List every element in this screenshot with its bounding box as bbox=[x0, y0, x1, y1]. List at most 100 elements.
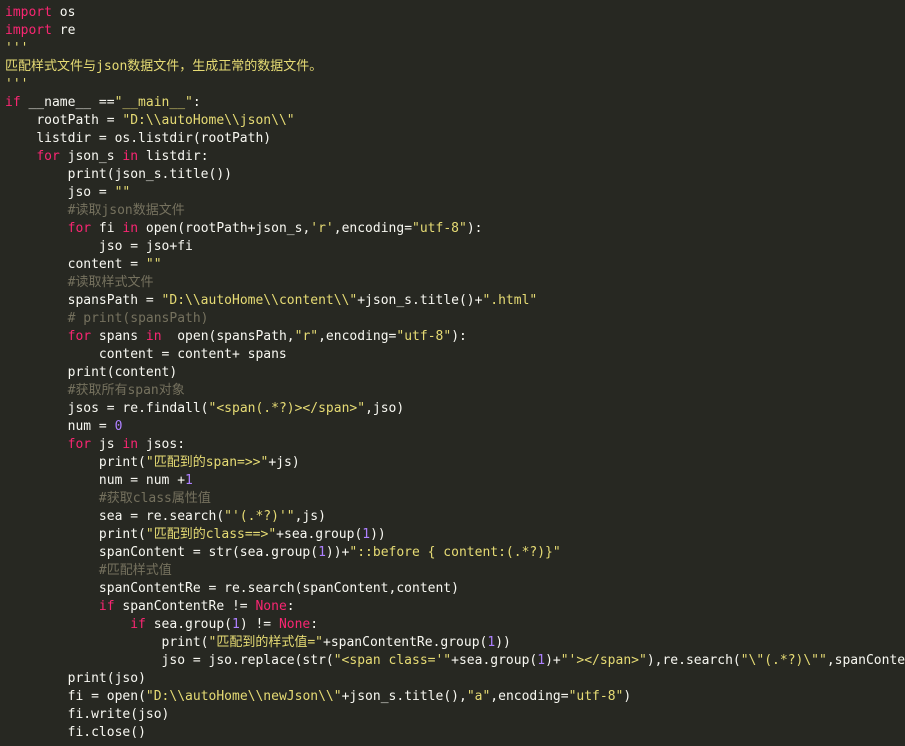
code-token-keyword: in bbox=[122, 437, 139, 452]
code-line[interactable]: fi = open("D:\\autoHome\\newJson\\"+json… bbox=[0, 688, 905, 706]
code-line[interactable]: rootPath = "D:\\autoHome\\json\\" bbox=[0, 112, 905, 130]
code-line[interactable]: print(jso) bbox=[0, 670, 905, 688]
code-line[interactable]: spansPath = "D:\\autoHome\\content\\"+js… bbox=[0, 292, 905, 310]
code-line[interactable]: content = "" bbox=[0, 256, 905, 274]
code-token-string: "r" bbox=[294, 329, 319, 344]
code-token-plain: rootPath = bbox=[36, 113, 123, 128]
code-line[interactable]: num = 0 bbox=[0, 418, 905, 436]
code-token-number: 0 bbox=[114, 419, 123, 434]
code-token-keyword: import bbox=[5, 23, 52, 38]
code-line[interactable]: print("匹配到的样式值="+spanContentRe.group(1)) bbox=[0, 634, 905, 652]
code-line[interactable]: if sea.group(1) != None: bbox=[0, 616, 905, 634]
code-line[interactable]: num = num +1 bbox=[0, 472, 905, 490]
code-line[interactable]: for json_s in listdir: bbox=[0, 148, 905, 166]
code-line[interactable]: for spans in open(spansPath,"r",encoding… bbox=[0, 328, 905, 346]
code-token-keyword: for bbox=[67, 329, 92, 344]
code-line[interactable]: fi.write(jso) bbox=[0, 706, 905, 724]
code-line[interactable]: if __name__ =="__main__": bbox=[0, 94, 905, 112]
code-token-plain: jso = bbox=[67, 185, 115, 200]
code-token-plain: ,spanContent bbox=[826, 653, 905, 668]
code-token-plain: json_s bbox=[59, 149, 123, 164]
code-line[interactable]: jsos = re.findall("<span(.*?)></span>",j… bbox=[0, 400, 905, 418]
code-token-plain: spanContentRe = re.search(spanContent,co… bbox=[98, 581, 459, 596]
code-line[interactable]: if spanContentRe != None: bbox=[0, 598, 905, 616]
code-line[interactable]: spanContent = str(sea.group(1))+"::befor… bbox=[0, 544, 905, 562]
code-line[interactable]: print("匹配到的span=>>"+js) bbox=[0, 454, 905, 472]
code-token-plain: +json_s.title()+ bbox=[357, 293, 483, 308]
code-token-string: "" bbox=[145, 257, 162, 272]
code-line[interactable]: listdir = os.listdir(rootPath) bbox=[0, 130, 905, 148]
code-token-keyword: if bbox=[98, 599, 115, 614]
code-token-number: 1 bbox=[185, 473, 193, 488]
code-line[interactable]: #获取所有span对象 bbox=[0, 382, 905, 400]
code-line[interactable]: for fi in open(rootPath+json_s,'r',encod… bbox=[0, 220, 905, 238]
code-line[interactable]: 匹配样式文件与json数据文件，生成正常的数据文件。 bbox=[0, 58, 905, 76]
code-token-plain: ),re.search( bbox=[646, 653, 741, 668]
code-line[interactable]: jso = jso.replace(str("<span class='"+se… bbox=[0, 652, 905, 670]
code-line[interactable]: for js in jsos: bbox=[0, 436, 905, 454]
code-line[interactable]: print("匹配到的class==>"+sea.group(1)) bbox=[0, 526, 905, 544]
code-token-plain: spans bbox=[91, 329, 146, 344]
code-token-string: "D:\\autoHome\\newJson\\" bbox=[145, 689, 342, 704]
code-token-plain: ) bbox=[623, 689, 632, 704]
code-token-plain: js bbox=[91, 437, 123, 452]
code-line[interactable]: #获取class属性值 bbox=[0, 490, 905, 508]
code-token-comment: #匹配样式值 bbox=[98, 563, 172, 578]
code-line[interactable]: import re bbox=[0, 22, 905, 40]
code-token-keyword: in bbox=[122, 221, 139, 236]
code-line[interactable]: ''' bbox=[0, 76, 905, 94]
code-line[interactable]: #匹配样式值 bbox=[0, 562, 905, 580]
code-token-plain: )+ bbox=[545, 653, 561, 668]
code-token-string: "utf-8" bbox=[396, 329, 452, 344]
code-token-keyword: if bbox=[5, 95, 21, 110]
code-token-plain: fi = open( bbox=[67, 689, 146, 704]
code-line[interactable]: jso = jso+fi bbox=[0, 238, 905, 256]
code-token-docstring: 匹配样式文件与json数据文件，生成正常的数据文件。 bbox=[5, 59, 323, 74]
code-token-plain: num = num + bbox=[98, 473, 186, 488]
code-token-string: "utf-8" bbox=[412, 221, 467, 236]
code-line[interactable]: # print(spansPath) bbox=[0, 310, 905, 328]
code-line[interactable]: #读取样式文件 bbox=[0, 274, 905, 292]
code-token-plain: jsos: bbox=[138, 437, 186, 452]
code-token-plain: )) bbox=[495, 635, 511, 650]
code-line[interactable]: fi.close() bbox=[0, 724, 905, 742]
code-token-docstring: ''' bbox=[5, 41, 29, 56]
code-token-plain: __name__ == bbox=[20, 95, 115, 110]
code-line[interactable]: content = content+ spans bbox=[0, 346, 905, 364]
code-token-number: 1 bbox=[231, 617, 240, 632]
code-line[interactable]: print(content) bbox=[0, 364, 905, 382]
code-token-plain: spanContent = str(sea.group( bbox=[98, 545, 319, 560]
code-token-keyword: for bbox=[67, 221, 92, 236]
code-line[interactable]: jso = "" bbox=[0, 184, 905, 202]
code-token-plain: +sea.group( bbox=[276, 527, 363, 542]
code-line[interactable]: #读取json数据文件 bbox=[0, 202, 905, 220]
code-token-string: 'r' bbox=[310, 221, 334, 236]
code-line[interactable]: import os bbox=[0, 4, 905, 22]
code-editor[interactable]: import os import re ''' 匹配样式文件与json数据文件，生成正… bbox=[0, 0, 905, 746]
code-token-string: "D:\\autoHome\\content\\" bbox=[161, 293, 358, 308]
code-line[interactable]: sea = re.search("'(.*?)'",js) bbox=[0, 508, 905, 526]
code-token-plain: fi bbox=[91, 221, 123, 236]
code-token-plain: content = content+ spans bbox=[98, 347, 287, 362]
code-token-string: ".html" bbox=[482, 293, 538, 308]
code-line[interactable]: spanContentRe = re.search(spanContent,co… bbox=[0, 580, 905, 598]
code-line[interactable]: print(json_s.title()) bbox=[0, 166, 905, 184]
code-token-keyword: if bbox=[130, 617, 146, 632]
code-line[interactable]: ''' bbox=[0, 40, 905, 58]
